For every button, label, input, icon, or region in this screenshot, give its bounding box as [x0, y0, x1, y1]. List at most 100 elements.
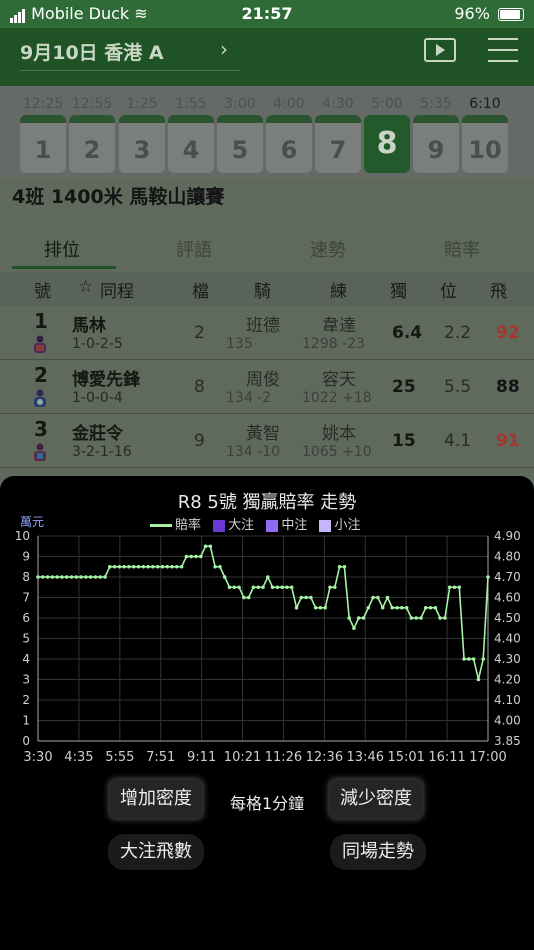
- left-tick-label: 9: [22, 550, 30, 564]
- jockey: 黃智: [246, 424, 280, 444]
- active-tab-indicator: [12, 266, 116, 269]
- meeting-title[interactable]: 9月10日 香港 A: [20, 38, 164, 65]
- tab-speed[interactable]: 速勢: [310, 236, 346, 262]
- odds-point: [64, 575, 69, 579]
- odds-point: [93, 575, 98, 579]
- menu-icon[interactable]: [488, 38, 518, 71]
- col-fly[interactable]: 飛: [490, 277, 507, 302]
- table-row[interactable]: 1 馬林 1-0-2-5 2 班德 135 韋達 1298 -23 6.4 2.…: [0, 307, 534, 360]
- odds-point: [390, 605, 395, 610]
- col-win[interactable]: 獨: [390, 277, 407, 302]
- odds-point: [313, 605, 318, 610]
- odds-point: [280, 585, 284, 590]
- odds-point: [50, 575, 55, 579]
- odds-point: [222, 575, 227, 579]
- win-odds: 25: [392, 377, 416, 397]
- horse-number: 3: [34, 417, 48, 441]
- odds-point: [141, 564, 146, 569]
- odds-point: [294, 605, 299, 610]
- decrease-density-button[interactable]: 減少密度: [330, 780, 422, 818]
- right-tick-label: 4.60: [494, 591, 521, 605]
- race-tab-9[interactable]: 5:35 9: [413, 96, 459, 173]
- race-tab-8[interactable]: 5:00 8: [364, 96, 410, 173]
- battery-icon: [498, 8, 524, 21]
- left-tick-label: 3: [22, 673, 30, 687]
- odds-point: [380, 605, 385, 610]
- increase-density-button[interactable]: 增加密度: [110, 780, 202, 818]
- odds-point: [45, 575, 50, 579]
- left-tick-label: 6: [22, 611, 30, 625]
- x-tick-label: 5:55: [105, 750, 134, 765]
- col-trainer[interactable]: 練: [330, 277, 347, 302]
- chevron-right-icon[interactable]: ›: [220, 37, 228, 61]
- star-icon[interactable]: ☆: [78, 277, 93, 297]
- fly-value: 91: [496, 431, 520, 451]
- horse-number: 2: [34, 363, 48, 387]
- race-number: 2: [69, 115, 115, 173]
- x-tick-label: 12:36: [306, 750, 343, 765]
- odds-point: [69, 575, 74, 579]
- odds-point: [304, 595, 308, 600]
- table-row[interactable]: 3 金莊令 3-2-1-16 9 黃智 134 -10 姚本 1065 +10 …: [0, 415, 534, 468]
- x-tick-label: 10:21: [224, 750, 261, 765]
- same-field-trend-button[interactable]: 同場走勢: [330, 834, 426, 870]
- race-tab-5[interactable]: 3:00 5: [217, 96, 263, 173]
- race-number: 8: [364, 115, 410, 173]
- odds-point: [400, 605, 404, 610]
- big-bet-button[interactable]: 大注飛數: [108, 834, 204, 870]
- odds-point: [328, 585, 332, 590]
- trainer-detail: 1298 -23: [302, 336, 365, 352]
- popup-title: R8 5號 獨贏賠率 走勢: [177, 492, 357, 513]
- horse-name: 金莊令: [72, 424, 123, 444]
- odds-point: [395, 605, 399, 610]
- odds-point: [112, 564, 117, 569]
- race-tab-7[interactable]: 4:30 7: [315, 96, 361, 173]
- race-tab-10[interactable]: 6:10 10: [462, 96, 508, 173]
- odds-point: [179, 564, 184, 569]
- tab-draw[interactable]: 排位: [44, 236, 80, 262]
- tv-icon[interactable]: [424, 38, 456, 62]
- odds-point: [342, 564, 347, 569]
- odds-point: [423, 605, 428, 610]
- jockey-silk-icon: [32, 443, 48, 461]
- odds-point: [414, 616, 418, 620]
- odds-point: [136, 564, 141, 569]
- horse-name: 馬林: [72, 316, 106, 336]
- odds-point: [165, 564, 170, 569]
- odds-point: [333, 585, 337, 590]
- odds-point: [275, 585, 280, 590]
- odds-point: [151, 564, 155, 569]
- table-row[interactable]: 2 博愛先鋒 1-0-0-4 8 周俊 134 -2 容天 1022 +18 2…: [0, 361, 534, 414]
- odds-point: [366, 605, 371, 610]
- x-tick-label: 13:46: [347, 750, 384, 765]
- odds-point: [218, 564, 222, 569]
- race-tab-3[interactable]: 1:25 3: [119, 96, 165, 173]
- tab-comments[interactable]: 評語: [176, 236, 212, 262]
- col-jockey[interactable]: 騎: [254, 277, 271, 302]
- race-tab-4[interactable]: 1:55 4: [168, 96, 214, 173]
- col-horse[interactable]: 同程: [100, 277, 134, 302]
- race-tab-2[interactable]: 12:55 2: [69, 96, 115, 173]
- odds-point: [131, 564, 136, 569]
- col-place[interactable]: 位: [440, 277, 457, 302]
- odds-series-line: [38, 545, 489, 680]
- odds-point: [208, 544, 213, 549]
- race-time: 4:30: [322, 96, 354, 112]
- odds-point: [347, 616, 351, 620]
- right-tick-label: 4.00: [494, 714, 521, 728]
- right-tick-label: 4.90: [494, 529, 521, 543]
- odds-point: [428, 605, 433, 610]
- race-tab-1[interactable]: 12:25 1: [20, 96, 66, 173]
- trainer: 韋達: [322, 316, 356, 336]
- col-draw[interactable]: 檔: [192, 277, 209, 302]
- horse-number: 1: [34, 309, 48, 333]
- fly-value: 92: [496, 323, 520, 343]
- battery-label: 96%: [454, 4, 490, 23]
- race-tab-6[interactable]: 4:00 6: [266, 96, 312, 173]
- x-tick-label: 16:11: [428, 750, 465, 765]
- odds-point: [127, 564, 131, 569]
- odds-point: [103, 575, 107, 579]
- odds-point: [467, 657, 471, 661]
- odds-point: [79, 575, 83, 579]
- tab-odds[interactable]: 賠率: [444, 236, 480, 262]
